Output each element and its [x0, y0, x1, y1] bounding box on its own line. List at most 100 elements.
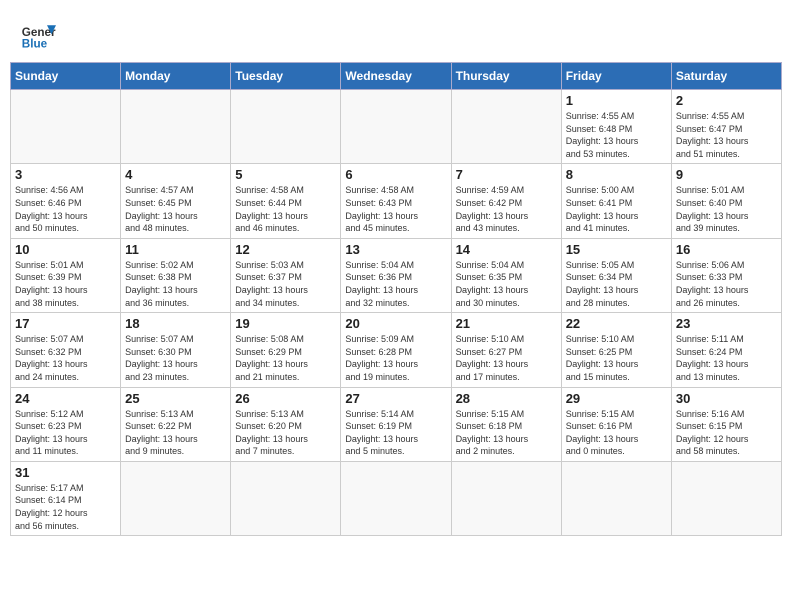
page-header: General Blue	[10, 10, 782, 58]
day-cell	[231, 90, 341, 164]
day-info: Sunrise: 4:59 AM Sunset: 6:42 PM Dayligh…	[456, 184, 557, 234]
day-cell: 24 Sunrise: 5:12 AM Sunset: 6:23 PM Dayli…	[11, 387, 121, 461]
day-info: Sunrise: 5:11 AM Sunset: 6:24 PM Dayligh…	[676, 333, 777, 383]
day-cell: 16 Sunrise: 5:06 AM Sunset: 6:33 PM Dayli…	[671, 238, 781, 312]
day-cell: 22Sunrise: 5:10 AM Sunset: 6:25 PM Dayli…	[561, 313, 671, 387]
day-number: 16	[676, 242, 777, 257]
day-cell: 3Sunrise: 4:56 AM Sunset: 6:46 PM Daylig…	[11, 164, 121, 238]
weekday-monday: Monday	[121, 63, 231, 90]
day-number: 31	[15, 465, 116, 480]
weekday-saturday: Saturday	[671, 63, 781, 90]
day-info: Sunrise: 5:17 AM Sunset: 6:14 PM Dayligh…	[15, 482, 116, 532]
day-info: Sunrise: 5:07 AM Sunset: 6:30 PM Dayligh…	[125, 333, 226, 383]
day-number: 3	[15, 167, 116, 182]
day-cell	[11, 90, 121, 164]
day-info: Sunrise: 5:09 AM Sunset: 6:28 PM Dayligh…	[345, 333, 446, 383]
day-number: 30	[676, 391, 777, 406]
day-cell: 31 Sunrise: 5:17 AM Sunset: 6:14 PM Dayli…	[11, 461, 121, 535]
day-number: 4	[125, 167, 226, 182]
day-number: 1	[566, 93, 667, 108]
day-cell: 17Sunrise: 5:07 AM Sunset: 6:32 PM Dayli…	[11, 313, 121, 387]
day-number: 19	[235, 316, 336, 331]
day-cell: 15 Sunrise: 5:05 AM Sunset: 6:34 PM Dayli…	[561, 238, 671, 312]
day-number: 25	[125, 391, 226, 406]
day-info: Sunrise: 5:14 AM Sunset: 6:19 PM Dayligh…	[345, 408, 446, 458]
day-cell: 20Sunrise: 5:09 AM Sunset: 6:28 PM Dayli…	[341, 313, 451, 387]
day-info: Sunrise: 5:15 AM Sunset: 6:16 PM Dayligh…	[566, 408, 667, 458]
day-info: Sunrise: 4:57 AM Sunset: 6:45 PM Dayligh…	[125, 184, 226, 234]
day-number: 29	[566, 391, 667, 406]
day-cell: 11Sunrise: 5:02 AM Sunset: 6:38 PM Dayli…	[121, 238, 231, 312]
day-cell	[341, 461, 451, 535]
day-number: 26	[235, 391, 336, 406]
day-number: 9	[676, 167, 777, 182]
day-info: Sunrise: 5:03 AM Sunset: 6:37 PM Dayligh…	[235, 259, 336, 309]
day-info: Sunrise: 5:01 AM Sunset: 6:39 PM Dayligh…	[15, 259, 116, 309]
day-info: Sunrise: 5:00 AM Sunset: 6:41 PM Dayligh…	[566, 184, 667, 234]
day-info: Sunrise: 4:55 AM Sunset: 6:48 PM Dayligh…	[566, 110, 667, 160]
day-cell: 30Sunrise: 5:16 AM Sunset: 6:15 PM Dayli…	[671, 387, 781, 461]
day-cell	[341, 90, 451, 164]
day-cell: 5 Sunrise: 4:58 AM Sunset: 6:44 PM Daylig…	[231, 164, 341, 238]
day-cell: 29 Sunrise: 5:15 AM Sunset: 6:16 PM Dayli…	[561, 387, 671, 461]
day-info: Sunrise: 5:04 AM Sunset: 6:35 PM Dayligh…	[456, 259, 557, 309]
week-row-2: 3Sunrise: 4:56 AM Sunset: 6:46 PM Daylig…	[11, 164, 782, 238]
day-cell: 28 Sunrise: 5:15 AM Sunset: 6:18 PM Dayli…	[451, 387, 561, 461]
day-number: 12	[235, 242, 336, 257]
day-cell: 13 Sunrise: 5:04 AM Sunset: 6:36 PM Dayli…	[341, 238, 451, 312]
day-info: Sunrise: 5:15 AM Sunset: 6:18 PM Dayligh…	[456, 408, 557, 458]
day-info: Sunrise: 4:55 AM Sunset: 6:47 PM Dayligh…	[676, 110, 777, 160]
day-cell: 25 Sunrise: 5:13 AM Sunset: 6:22 PM Dayli…	[121, 387, 231, 461]
day-number: 6	[345, 167, 446, 182]
day-cell: 18 Sunrise: 5:07 AM Sunset: 6:30 PM Dayli…	[121, 313, 231, 387]
day-number: 22	[566, 316, 667, 331]
day-cell	[561, 461, 671, 535]
calendar-table: SundayMondayTuesdayWednesdayThursdayFrid…	[10, 62, 782, 536]
day-number: 13	[345, 242, 446, 257]
day-number: 15	[566, 242, 667, 257]
weekday-friday: Friday	[561, 63, 671, 90]
day-cell: 19Sunrise: 5:08 AM Sunset: 6:29 PM Dayli…	[231, 313, 341, 387]
day-info: Sunrise: 5:13 AM Sunset: 6:22 PM Dayligh…	[125, 408, 226, 458]
day-cell: 10 Sunrise: 5:01 AM Sunset: 6:39 PM Dayli…	[11, 238, 121, 312]
day-cell	[451, 461, 561, 535]
day-number: 10	[15, 242, 116, 257]
day-info: Sunrise: 5:01 AM Sunset: 6:40 PM Dayligh…	[676, 184, 777, 234]
day-number: 14	[456, 242, 557, 257]
day-number: 27	[345, 391, 446, 406]
day-cell: 6 Sunrise: 4:58 AM Sunset: 6:43 PM Daylig…	[341, 164, 451, 238]
week-row-3: 10 Sunrise: 5:01 AM Sunset: 6:39 PM Dayli…	[11, 238, 782, 312]
day-info: Sunrise: 4:58 AM Sunset: 6:43 PM Dayligh…	[345, 184, 446, 234]
day-cell: 21Sunrise: 5:10 AM Sunset: 6:27 PM Dayli…	[451, 313, 561, 387]
day-cell: 2Sunrise: 4:55 AM Sunset: 6:47 PM Daylig…	[671, 90, 781, 164]
weekday-wednesday: Wednesday	[341, 63, 451, 90]
day-number: 23	[676, 316, 777, 331]
day-cell: 8Sunrise: 5:00 AM Sunset: 6:41 PM Daylig…	[561, 164, 671, 238]
day-cell: 23 Sunrise: 5:11 AM Sunset: 6:24 PM Dayli…	[671, 313, 781, 387]
day-info: Sunrise: 5:05 AM Sunset: 6:34 PM Dayligh…	[566, 259, 667, 309]
day-cell: 7Sunrise: 4:59 AM Sunset: 6:42 PM Daylig…	[451, 164, 561, 238]
day-number: 5	[235, 167, 336, 182]
day-info: Sunrise: 5:06 AM Sunset: 6:33 PM Dayligh…	[676, 259, 777, 309]
day-number: 18	[125, 316, 226, 331]
day-cell	[121, 461, 231, 535]
day-cell	[451, 90, 561, 164]
week-row-4: 17Sunrise: 5:07 AM Sunset: 6:32 PM Dayli…	[11, 313, 782, 387]
day-number: 11	[125, 242, 226, 257]
day-number: 28	[456, 391, 557, 406]
day-info: Sunrise: 4:58 AM Sunset: 6:44 PM Dayligh…	[235, 184, 336, 234]
day-info: Sunrise: 5:04 AM Sunset: 6:36 PM Dayligh…	[345, 259, 446, 309]
day-cell: 27 Sunrise: 5:14 AM Sunset: 6:19 PM Dayli…	[341, 387, 451, 461]
day-cell: 4 Sunrise: 4:57 AM Sunset: 6:45 PM Daylig…	[121, 164, 231, 238]
weekday-sunday: Sunday	[11, 63, 121, 90]
weekday-header-row: SundayMondayTuesdayWednesdayThursdayFrid…	[11, 63, 782, 90]
week-row-1: 1 Sunrise: 4:55 AM Sunset: 6:48 PM Daylig…	[11, 90, 782, 164]
day-number: 24	[15, 391, 116, 406]
day-cell: 9 Sunrise: 5:01 AM Sunset: 6:40 PM Daylig…	[671, 164, 781, 238]
logo-icon: General Blue	[20, 18, 56, 54]
day-info: Sunrise: 5:12 AM Sunset: 6:23 PM Dayligh…	[15, 408, 116, 458]
day-number: 21	[456, 316, 557, 331]
day-number: 17	[15, 316, 116, 331]
week-row-5: 24 Sunrise: 5:12 AM Sunset: 6:23 PM Dayli…	[11, 387, 782, 461]
day-cell	[231, 461, 341, 535]
